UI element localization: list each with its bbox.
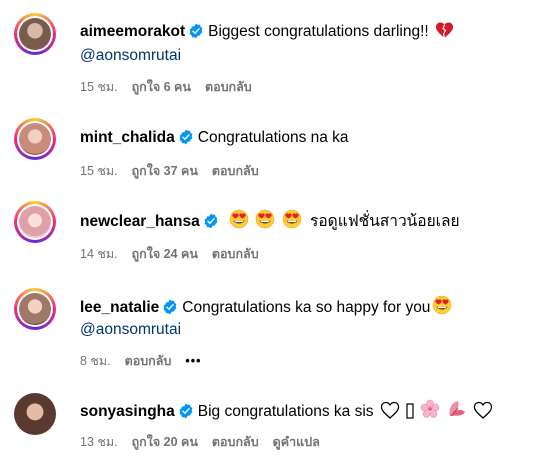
blank-glyph-icon xyxy=(406,403,414,419)
more-options-button[interactable]: ••• xyxy=(185,354,201,368)
likes-count[interactable]: ถูกใจ 20 คน xyxy=(132,435,198,449)
timestamp[interactable]: 15 ชม. xyxy=(80,80,118,94)
timestamp[interactable]: 8 ชม. xyxy=(80,354,111,368)
username-link[interactable]: newclear_hansa xyxy=(80,213,200,230)
white-heart-icon xyxy=(473,401,493,419)
verified-badge-icon xyxy=(178,129,194,145)
avatar-photo xyxy=(19,123,51,155)
hibiscus-icon xyxy=(449,401,465,417)
heart-eyes-emoji-icon xyxy=(255,209,275,229)
comment-text: รอดูแฟชั่นสาวน้อยเลย xyxy=(310,213,460,230)
timestamp[interactable]: 13 ชม. xyxy=(80,435,118,449)
comment-text: Congratulations ka so happy for you xyxy=(182,299,431,316)
avatar-photo xyxy=(19,293,51,325)
reply-button[interactable]: ตอบกลับ xyxy=(125,354,172,368)
likes-count[interactable]: ถูกใจ 24 คน xyxy=(132,247,198,261)
avatar[interactable] xyxy=(14,393,56,435)
verified-badge-icon xyxy=(203,213,219,229)
heart-eyes-emoji-icon xyxy=(229,209,249,229)
mention-link[interactable]: @aonsomrutai xyxy=(80,319,181,341)
comment-text: Biggest congratulations darling!! xyxy=(208,23,429,40)
broken-heart-icon xyxy=(435,22,454,39)
comment-meta: 8 ชม. ตอบกลับ ••• xyxy=(80,353,216,369)
cherry-blossom-icon xyxy=(421,399,440,418)
comment-line: mint_chalida Congratulations na ka xyxy=(80,127,520,149)
comment-meta: 15 ชม. ถูกใจ 37 คน ตอบกลับ xyxy=(80,163,273,179)
username-link[interactable]: lee_natalie xyxy=(80,299,159,316)
mention-link[interactable]: @aonsomrutai xyxy=(80,45,181,67)
heart-eyes-emoji-icon xyxy=(282,209,302,229)
avatar-photo xyxy=(19,18,51,50)
verified-badge-icon xyxy=(188,23,204,39)
avatar[interactable] xyxy=(14,118,56,160)
avatar-photo xyxy=(19,206,51,238)
reply-button[interactable]: ตอบกลับ xyxy=(212,247,259,261)
comment-line: sonyasingha Big congratulations ka sis xyxy=(80,399,520,423)
likes-count[interactable]: ถูกใจ 37 คน xyxy=(132,164,198,178)
username-link[interactable]: aimeemorakot xyxy=(80,23,185,40)
comment-line: newclear_hansa รอดูแฟชั่นสาวน้อยเลย xyxy=(80,209,520,233)
timestamp[interactable]: 15 ชม. xyxy=(80,164,118,178)
comment-line: aimeemorakot Biggest congratulations darl… xyxy=(80,21,520,43)
comment-text: Big congratulations ka sis xyxy=(197,403,374,420)
avatar[interactable] xyxy=(14,13,56,55)
comment-meta: 13 ชม. ถูกใจ 20 คน ตอบกลับ ดูคำแปล xyxy=(80,434,334,450)
username-link[interactable]: sonyasingha xyxy=(80,403,175,420)
comment-meta: 14 ชม. ถูกใจ 24 คน ตอบกลับ xyxy=(80,246,273,262)
avatar[interactable] xyxy=(14,288,56,330)
reply-button[interactable]: ตอบกลับ xyxy=(205,80,252,94)
avatar-photo xyxy=(14,393,56,435)
white-heart-icon xyxy=(380,401,399,419)
username-link[interactable]: mint_chalida xyxy=(80,129,175,146)
comment-meta: 15 ชม. ถูกใจ 6 คน ตอบกลับ xyxy=(80,79,266,95)
heart-eyes-emoji-icon xyxy=(432,295,452,315)
reply-button[interactable]: ตอบกลับ xyxy=(212,435,259,449)
comment-line: lee_natalie Congratulations ka so happy f… xyxy=(80,295,520,319)
likes-count[interactable]: ถูกใจ 6 คน xyxy=(132,80,191,94)
avatar[interactable] xyxy=(14,201,56,243)
verified-badge-icon xyxy=(162,299,178,315)
reply-button[interactable]: ตอบกลับ xyxy=(212,164,259,178)
timestamp[interactable]: 14 ชม. xyxy=(80,247,118,261)
comment-text: Congratulations na ka xyxy=(197,129,349,146)
translate-button[interactable]: ดูคำแปล xyxy=(273,435,320,449)
verified-badge-icon xyxy=(178,403,194,419)
